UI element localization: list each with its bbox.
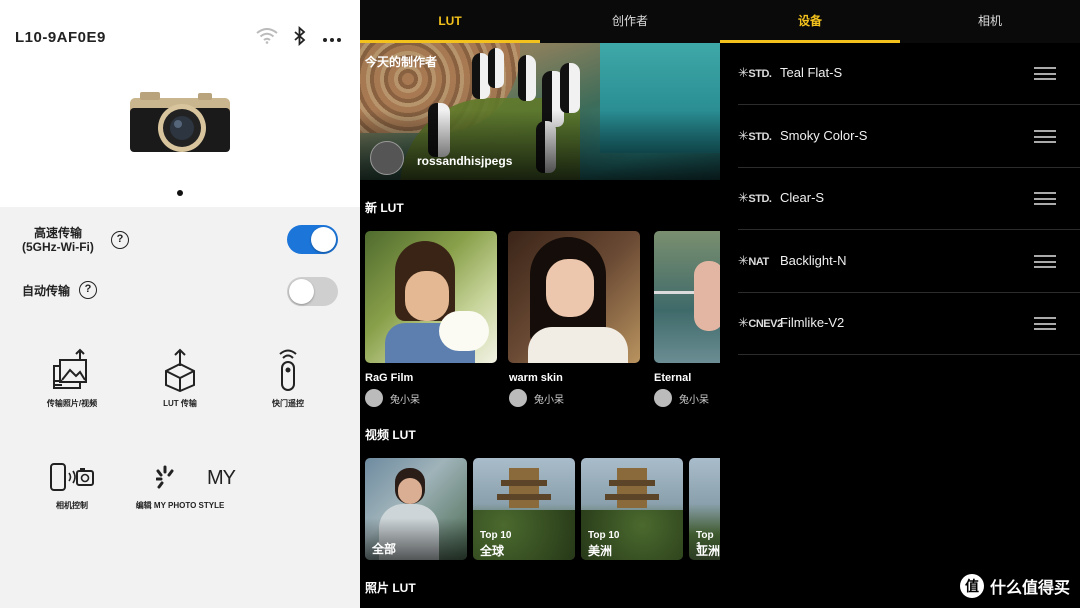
lut-card[interactable] xyxy=(508,231,640,363)
device-name: L10-9AF0E9 xyxy=(15,29,106,46)
lut-store-panel: LUT 创作者 今天的制作者 rossandhisjpegs 新 LUT RaG… xyxy=(360,0,720,608)
video-lut-label: 全部 xyxy=(372,542,397,556)
video-lut-card[interactable]: 全部 xyxy=(365,458,467,560)
transfer-photo-video-button[interactable]: 传输照片/视频 xyxy=(17,348,127,409)
func-label: 快门遥控 xyxy=(272,399,304,408)
lut-list-item[interactable]: ✳NAT Backlight-N xyxy=(738,231,1080,293)
camera-control-button[interactable]: 相机控制 xyxy=(17,462,127,511)
lut-card-name: RaG Film xyxy=(365,372,414,384)
featured-creator-banner[interactable]: 今天的制作者 rossandhisjpegs xyxy=(360,43,720,180)
help-icon[interactable]: ? xyxy=(111,231,129,249)
wifi-icon[interactable] xyxy=(256,28,278,49)
drag-handle-icon[interactable] xyxy=(1034,192,1056,205)
lut-card-author: 兔小呆 xyxy=(679,395,709,406)
high-speed-transfer-label: 高速传输 (5GHz-Wi-Fi) xyxy=(22,226,94,254)
banner-title: 今天的制作者 xyxy=(365,55,438,69)
section-title-photo-lut: 照片 LUT xyxy=(365,581,416,595)
camera-connection-panel: L10-9AF0E9 高速传输 (5GHz-Wi-Fi) ? 自动传输 ? 传输… xyxy=(0,0,360,608)
drag-handle-icon[interactable] xyxy=(1034,67,1056,80)
video-lut-region: 全球 xyxy=(480,544,505,558)
section-title-new-lut: 新 LUT xyxy=(365,201,404,215)
shutter-remote-icon xyxy=(279,349,297,391)
toggle-knob xyxy=(289,279,314,304)
bluetooth-icon[interactable] xyxy=(294,25,306,51)
lut-profile-badge: ✳STD. xyxy=(738,65,772,80)
toggle-knob xyxy=(311,227,336,252)
watermark-text: 什么值得买 xyxy=(989,580,1070,597)
shutter-remote-button[interactable]: 快门遥控 xyxy=(233,348,343,409)
device-lut-list-panel: 设备 相机 ✳STD. Teal Flat-S ✳STD. Smoky Colo… xyxy=(720,0,1080,608)
author-avatar xyxy=(509,389,527,407)
lut-name: Backlight-N xyxy=(780,253,847,268)
more-icon[interactable] xyxy=(322,30,342,48)
author-avatar xyxy=(365,389,383,407)
func-label: 相机控制 xyxy=(56,501,88,510)
watermark: 值 什么值得买 xyxy=(959,574,1070,598)
lut-list-item[interactable]: ✳STD. Clear-S xyxy=(738,168,1080,230)
func-label: 编辑 MY PHOTO STYLE xyxy=(135,501,225,510)
high-speed-label-line2: (5GHz-Wi-Fi) xyxy=(22,240,94,254)
lut-card-author: 兔小呆 xyxy=(534,395,564,406)
my-photo-style-icon: MY xyxy=(125,462,236,494)
auto-transfer-toggle[interactable] xyxy=(287,277,338,306)
lut-card-name: warm skin xyxy=(509,372,563,384)
func-label: 传输照片/视频 xyxy=(46,399,98,408)
lut-name: Teal Flat-S xyxy=(780,65,843,80)
lut-transfer-button[interactable]: LUT 传输 xyxy=(125,348,235,409)
help-icon[interactable]: ? xyxy=(79,281,97,299)
lut-profile-badge: ✳NAT xyxy=(738,253,769,268)
video-lut-rank: Top 10 xyxy=(480,530,512,541)
creator-avatar[interactable] xyxy=(370,141,404,175)
tab-bar: 设备 相机 xyxy=(720,0,1080,43)
transfer-photo-video-icon xyxy=(53,348,87,389)
video-lut-card[interactable]: Top 10 全球 xyxy=(473,458,575,560)
tab-creators[interactable]: 创作者 xyxy=(540,0,720,43)
creator-username[interactable]: rossandhisjpegs xyxy=(417,154,512,168)
lut-name: Filmlike-V2 xyxy=(780,315,845,330)
lut-profile-badge: ✳CNEV2 xyxy=(738,315,783,330)
video-lut-card[interactable]: Top 1 亚洲 xyxy=(689,458,720,560)
video-lut-card[interactable]: Top 10 美洲 xyxy=(581,458,683,560)
edit-my-photo-style-button[interactable]: MY 编辑 MY PHOTO STYLE xyxy=(125,462,236,511)
video-lut-rank: Top 10 xyxy=(588,530,620,541)
video-lut-region: 美洲 xyxy=(588,544,613,558)
carousel-indicator[interactable] xyxy=(177,190,183,196)
lut-card[interactable] xyxy=(654,231,720,363)
lut-transfer-icon xyxy=(165,348,195,392)
auto-transfer-label: 自动传输 xyxy=(22,284,71,298)
drag-handle-icon[interactable] xyxy=(1034,255,1056,268)
my-glyph: MY xyxy=(207,466,236,489)
lut-name: Clear-S xyxy=(780,190,825,205)
tab-bar: LUT 创作者 xyxy=(360,0,720,43)
video-lut-region: 亚洲 xyxy=(696,544,720,558)
lut-list-item[interactable]: ✳STD. Smoky Color-S xyxy=(738,106,1080,168)
lut-list-item[interactable]: ✳CNEV2 Filmlike-V2 xyxy=(738,293,1080,355)
high-speed-label-line1: 高速传输 xyxy=(33,226,82,240)
lut-card[interactable] xyxy=(365,231,497,363)
camera-header-area: L10-9AF0E9 xyxy=(0,0,360,207)
camera-image xyxy=(126,88,234,158)
tab-camera[interactable]: 相机 xyxy=(900,0,1080,43)
lut-card-author: 兔小呆 xyxy=(390,395,420,406)
high-speed-transfer-toggle[interactable] xyxy=(287,225,338,254)
camera-control-icon xyxy=(50,463,94,491)
lut-profile-badge: ✳STD. xyxy=(738,128,772,143)
section-title-video-lut: 视频 LUT xyxy=(365,428,416,442)
lut-list-item[interactable]: ✳STD. Teal Flat-S xyxy=(738,43,1080,105)
author-avatar xyxy=(654,389,672,407)
header-icons xyxy=(256,25,342,51)
drag-handle-icon[interactable] xyxy=(1034,130,1056,143)
lut-profile-badge: ✳STD. xyxy=(738,190,772,205)
func-label: LUT 传输 xyxy=(163,399,197,408)
tab-device[interactable]: 设备 xyxy=(720,0,900,43)
tab-lut[interactable]: LUT xyxy=(360,0,540,43)
drag-handle-icon[interactable] xyxy=(1034,317,1056,330)
lut-card-name: Eternal xyxy=(654,372,692,384)
watermark-logo: 值 xyxy=(959,574,984,598)
lut-name: Smoky Color-S xyxy=(780,128,868,143)
